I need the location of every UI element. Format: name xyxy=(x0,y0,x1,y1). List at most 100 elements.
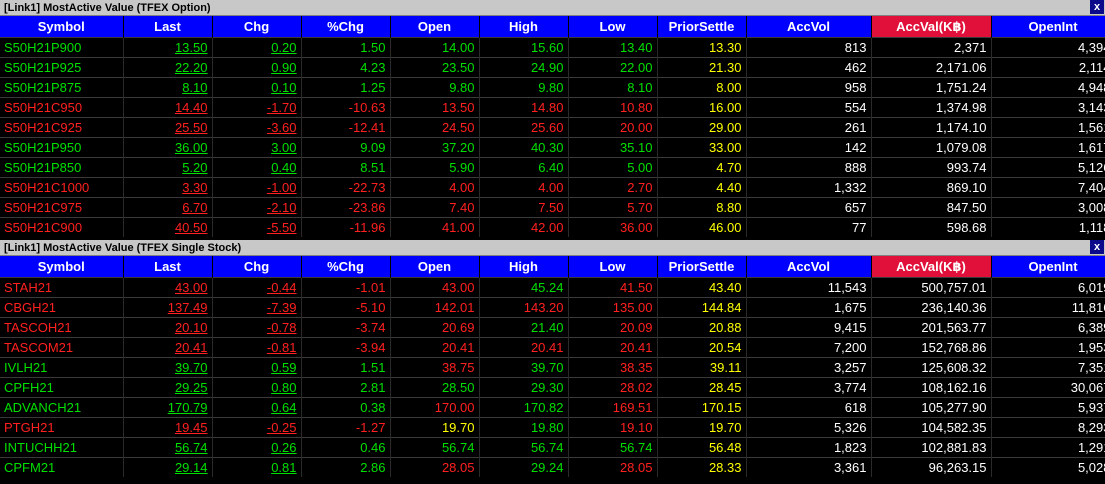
option-column-header[interactable]: Open xyxy=(390,16,480,38)
option-column-header[interactable]: High xyxy=(479,16,569,38)
single-stock-cell-last[interactable]: 29.14 xyxy=(123,457,213,477)
single-stock-column-header[interactable]: AccVol xyxy=(746,256,872,278)
option-column-header[interactable]: PriorSettle xyxy=(657,16,747,38)
option-row[interactable]: S50H21P875 8.10 0.10 1.25 9.80 9.80 8.10 8.00 95… xyxy=(0,77,1105,98)
single-stock-row[interactable]: INTUCHH21 56.74 0.26 0.46 56.74 56.74 56.74 56.… xyxy=(0,437,1105,458)
single-stock-row[interactable]: STAH21 43.00 -0.44 -1.01 43.00 45.24 41.50 43.4… xyxy=(0,277,1105,298)
option-row[interactable]: S50H21P850 5.20 0.40 8.51 5.90 6.40 5.00 4.70 88… xyxy=(0,157,1105,178)
option-row[interactable]: S50H21P950 36.00 3.00 9.09 37.20 40.30 35.10 33… xyxy=(0,137,1105,158)
single-stock-column-header[interactable]: Last xyxy=(123,256,213,278)
option-row[interactable]: S50H21C900 40.50 -5.50 -11.96 41.00 42.00 36.0… xyxy=(0,217,1105,237)
option-cell-chg[interactable]: 0.20 xyxy=(212,37,302,58)
option-cell-chg[interactable]: 3.00 xyxy=(212,137,302,158)
option-row[interactable]: S50H21P925 22.20 0.90 4.23 23.50 24.90 22.00 21… xyxy=(0,57,1105,78)
single-stock-cell-oi: 11,816 xyxy=(991,297,1105,318)
option-cell-chg[interactable]: -1.00 xyxy=(212,177,302,198)
single-stock-row[interactable]: PTGH21 19.45 -0.25 -1.27 19.70 19.80 19.10 19.7… xyxy=(0,417,1105,438)
option-row[interactable]: S50H21C1000 3.30 -1.00 -22.73 4.00 4.00 2.70 4.… xyxy=(0,177,1105,198)
single-stock-cell-chg[interactable]: -0.81 xyxy=(212,337,302,358)
single-stock-cell-chg[interactable]: -0.78 xyxy=(212,317,302,338)
option-cell-high: 15.60 xyxy=(479,37,569,58)
single-stock-cell-last[interactable]: 19.45 xyxy=(123,417,213,438)
option-row[interactable]: S50H21C975 6.70 -2.10 -23.86 7.40 7.50 5.70 8.8… xyxy=(0,197,1105,218)
option-cell-vol: 142 xyxy=(746,137,872,158)
option-cell-last[interactable]: 3.30 xyxy=(123,177,213,198)
single-stock-cell-chg[interactable]: 0.26 xyxy=(212,437,302,458)
single-stock-column-header[interactable]: OpenInt xyxy=(991,256,1105,278)
single-stock-cell-chg[interactable]: -0.44 xyxy=(212,277,302,298)
single-stock-row[interactable]: CPFM21 29.14 0.81 2.86 28.05 29.24 28.05 28.33 3… xyxy=(0,457,1105,477)
single-stock-cell-val: 102,881.83 xyxy=(871,437,992,458)
single-stock-cell-pct: 2.86 xyxy=(301,457,391,477)
option-cell-chg[interactable]: 0.10 xyxy=(212,77,302,98)
option-cell-last[interactable]: 6.70 xyxy=(123,197,213,218)
option-cell-chg[interactable]: -2.10 xyxy=(212,197,302,218)
single-stock-table-header: Symbol Last Chg %Chg Open High Low PriorSettle A… xyxy=(0,256,1105,278)
single-stock-cell-last[interactable]: 170.79 xyxy=(123,397,213,418)
single-stock-cell-last[interactable]: 20.10 xyxy=(123,317,213,338)
option-panel-close-button[interactable]: x xyxy=(1090,0,1104,14)
single-stock-cell-last[interactable]: 20.41 xyxy=(123,337,213,358)
single-stock-column-header[interactable]: Chg xyxy=(212,256,302,278)
single-stock-table: Symbol Last Chg %Chg Open High Low PriorSettle A… xyxy=(0,256,1105,477)
option-cell-last[interactable]: 22.20 xyxy=(123,57,213,78)
single-stock-column-header[interactable]: Symbol xyxy=(0,256,124,278)
option-row[interactable]: S50H21P900 13.50 0.20 1.50 14.00 15.60 13.40 13… xyxy=(0,37,1105,58)
single-stock-row[interactable]: TASCOM21 20.41 -0.81 -3.94 20.41 20.41 20.41 20… xyxy=(0,337,1105,358)
single-stock-cell-last[interactable]: 29.25 xyxy=(123,377,213,398)
option-cell-val: 2,371 xyxy=(871,37,992,58)
option-column-header[interactable]: Last xyxy=(123,16,213,38)
option-column-header[interactable]: Chg xyxy=(212,16,302,38)
single-stock-row[interactable]: CBGH21 137.49 -7.39 -5.10 142.01 143.20 135.00… xyxy=(0,297,1105,318)
single-stock-column-header[interactable]: Open xyxy=(390,256,480,278)
option-cell-chg[interactable]: 0.90 xyxy=(212,57,302,78)
single-stock-column-header[interactable]: %Chg xyxy=(301,256,391,278)
option-cell-oi: 3,008 xyxy=(991,197,1105,218)
single-stock-column-header[interactable]: High xyxy=(479,256,569,278)
option-cell-chg[interactable]: -3.60 xyxy=(212,117,302,138)
option-row[interactable]: S50H21C925 25.50 -3.60 -12.41 24.50 25.60 20.0… xyxy=(0,117,1105,138)
single-stock-cell-settle: 28.45 xyxy=(657,377,747,398)
single-stock-row[interactable]: ADVANCH21 170.79 0.64 0.38 170.00 170.82 169.5… xyxy=(0,397,1105,418)
option-column-header[interactable]: AccVal(K฿) xyxy=(871,16,992,38)
option-cell-chg[interactable]: -1.70 xyxy=(212,97,302,118)
single-stock-row[interactable]: IVLH21 39.70 0.59 1.51 38.75 39.70 38.35 39.11 3… xyxy=(0,357,1105,378)
option-cell-last[interactable]: 5.20 xyxy=(123,157,213,178)
option-cell-pct: -23.86 xyxy=(301,197,391,218)
option-column-header[interactable]: %Chg xyxy=(301,16,391,38)
option-column-header[interactable]: AccVol xyxy=(746,16,872,38)
single-stock-cell-last[interactable]: 56.74 xyxy=(123,437,213,458)
single-stock-cell-chg[interactable]: 0.80 xyxy=(212,377,302,398)
single-stock-cell-last[interactable]: 137.49 xyxy=(123,297,213,318)
single-stock-cell-chg[interactable]: 0.81 xyxy=(212,457,302,477)
single-stock-cell-chg[interactable]: -7.39 xyxy=(212,297,302,318)
single-stock-column-header[interactable]: Low xyxy=(568,256,658,278)
option-table-header: Symbol Last Chg %Chg Open High Low PriorSettle A… xyxy=(0,16,1105,38)
single-stock-cell-chg[interactable]: 0.59 xyxy=(212,357,302,378)
single-stock-cell-last[interactable]: 43.00 xyxy=(123,277,213,298)
option-cell-last[interactable]: 40.50 xyxy=(123,217,213,237)
option-cell-open: 9.80 xyxy=(390,77,480,98)
option-cell-settle: 21.30 xyxy=(657,57,747,78)
single-stock-row[interactable]: TASCOH21 20.10 -0.78 -3.74 20.69 21.40 20.09 20… xyxy=(0,317,1105,338)
single-stock-cell-chg[interactable]: 0.64 xyxy=(212,397,302,418)
single-stock-panel-close-button[interactable]: x xyxy=(1090,240,1104,254)
option-column-header[interactable]: Low xyxy=(568,16,658,38)
option-row[interactable]: S50H21C950 14.40 -1.70 -10.63 13.50 14.80 10.8… xyxy=(0,97,1105,118)
option-cell-last[interactable]: 8.10 xyxy=(123,77,213,98)
option-cell-last[interactable]: 13.50 xyxy=(123,37,213,58)
option-cell-settle: 13.30 xyxy=(657,37,747,58)
single-stock-cell-last[interactable]: 39.70 xyxy=(123,357,213,378)
option-cell-chg[interactable]: -5.50 xyxy=(212,217,302,237)
single-stock-column-header[interactable]: AccVal(K฿) xyxy=(871,256,992,278)
single-stock-cell-symbol: ADVANCH21 xyxy=(0,397,124,418)
option-cell-last[interactable]: 25.50 xyxy=(123,117,213,138)
single-stock-column-header[interactable]: PriorSettle xyxy=(657,256,747,278)
option-column-header[interactable]: OpenInt xyxy=(991,16,1105,38)
option-cell-chg[interactable]: 0.40 xyxy=(212,157,302,178)
option-cell-last[interactable]: 36.00 xyxy=(123,137,213,158)
option-cell-last[interactable]: 14.40 xyxy=(123,97,213,118)
single-stock-row[interactable]: CPFH21 29.25 0.80 2.81 28.50 29.30 28.02 28.45 3… xyxy=(0,377,1105,398)
option-column-header[interactable]: Symbol xyxy=(0,16,124,38)
single-stock-cell-chg[interactable]: -0.25 xyxy=(212,417,302,438)
